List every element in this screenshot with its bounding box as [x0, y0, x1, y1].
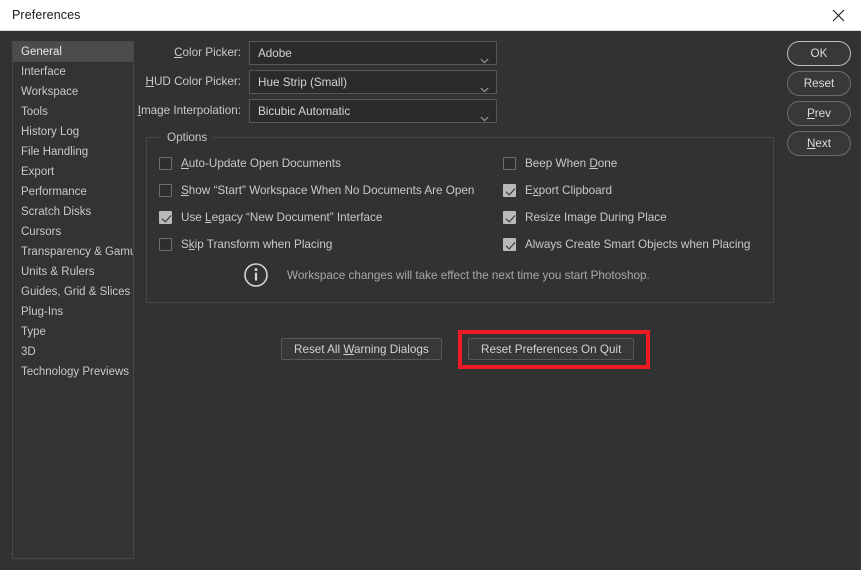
checkbox-label: Beep When Done	[525, 156, 618, 170]
sidebar-item-label: Interface	[21, 66, 66, 78]
sidebar-item-label: Export	[21, 166, 55, 178]
ok-button[interactable]: OK	[787, 41, 851, 66]
checkbox-export-clipboard[interactable]: Export Clipboard	[503, 181, 612, 199]
sidebar-item-label: General	[21, 46, 62, 58]
image-interpolation-label: Image Interpolation:	[137, 104, 241, 117]
checkbox-checked-icon[interactable]	[503, 237, 516, 251]
checkbox-label: Show “Start” Workspace When No Documents…	[181, 183, 475, 197]
checkbox-resize-image-during-place[interactable]: Resize Image During Place	[503, 208, 667, 226]
color-picker-label: Color Picker:	[174, 46, 241, 59]
sidebar-item-export[interactable]: Export	[13, 162, 133, 182]
sidebar-item-label: Tools	[21, 106, 48, 118]
sidebar-item-type[interactable]: Type	[13, 322, 133, 342]
checkbox-checked-icon[interactable]	[503, 183, 516, 197]
checkbox-skip-transform-when-placing[interactable]: Skip Transform when Placing	[159, 235, 332, 253]
general-settings-panel: Color Picker: Adobe HUD Color Picker: Hue S…	[138, 41, 774, 329]
image-interpolation-dropdown[interactable]: Bicubic Automatic	[249, 99, 497, 123]
button-label: Prev	[806, 107, 832, 120]
checkbox-label: Use Legacy “New Document” Interface	[181, 210, 383, 224]
checkbox-label: Skip Transform when Placing	[181, 237, 333, 251]
button-label: Reset	[803, 77, 835, 90]
sidebar-item-cursors[interactable]: Cursors	[13, 222, 133, 242]
checkbox-auto-update-open-documents[interactable]: Auto-Update Open Documents	[159, 154, 341, 172]
sidebar-item-label: Units & Rulers	[21, 266, 95, 278]
color-picker-value: Adobe	[258, 47, 292, 60]
sidebar-item-label: Performance	[21, 186, 87, 198]
hud-color-picker-dropdown[interactable]: Hue Strip (Small)	[249, 70, 497, 94]
sidebar-item-general[interactable]: General	[13, 42, 133, 62]
workspace-note: Workspace changes will take effect the n…	[243, 262, 650, 288]
titlebar: Preferences	[0, 0, 861, 31]
checkbox-checked-icon[interactable]	[503, 210, 516, 224]
checkbox-label: Export Clipboard	[525, 183, 613, 197]
reset-all-warning-dialogs-button[interactable]: Reset All Warning Dialogs	[281, 338, 442, 360]
sidebar-item-3d[interactable]: 3D	[13, 342, 133, 362]
hud-color-picker-label: HUD Color Picker:	[145, 75, 241, 88]
sidebar-item-workspace[interactable]: Workspace	[13, 82, 133, 102]
sidebar-item-plug-ins[interactable]: Plug-Ins	[13, 302, 133, 322]
chevron-down-icon	[480, 109, 489, 122]
reset-button[interactable]: Reset	[787, 71, 851, 96]
sidebar-item-label: File Handling	[21, 146, 89, 158]
sidebar-item-guides-grid-slices[interactable]: Guides, Grid & Slices	[13, 282, 133, 302]
image-interpolation-row: Image Interpolation: Bicubic Automatic	[138, 99, 497, 123]
sidebar-item-interface[interactable]: Interface	[13, 62, 133, 82]
color-picker-row: Color Picker: Adobe	[174, 41, 497, 65]
checkbox-label: Auto-Update Open Documents	[181, 156, 341, 170]
info-icon	[243, 262, 269, 288]
checkbox-unchecked-icon[interactable]	[159, 156, 172, 170]
hud-color-picker-value: Hue Strip (Small)	[258, 76, 347, 89]
dialog-action-buttons: OK Reset Prev Next	[787, 41, 851, 161]
sidebar-item-technology-previews[interactable]: Technology Previews	[13, 362, 133, 382]
button-label: Reset All Warning Dialogs	[294, 342, 429, 356]
sidebar-item-file-handling[interactable]: File Handling	[13, 142, 133, 162]
sidebar-item-label: Transparency & Gamut	[21, 246, 134, 258]
image-interpolation-value: Bicubic Automatic	[258, 105, 351, 118]
sidebar-item-label: Guides, Grid & Slices	[21, 286, 131, 298]
hud-color-picker-row: HUD Color Picker: Hue Strip (Small)	[146, 70, 497, 94]
sidebar-item-label: History Log	[21, 126, 80, 138]
sidebar-item-history-log[interactable]: History Log	[13, 122, 133, 142]
dialog-body: General Interface Workspace Tools History Lo…	[0, 31, 861, 570]
sidebar-item-performance[interactable]: Performance	[13, 182, 133, 202]
checkbox-use-legacy-new-document-interface[interactable]: Use Legacy “New Document” Interface	[159, 208, 382, 226]
checkbox-checked-icon[interactable]	[159, 210, 172, 224]
checkbox-label: Resize Image During Place	[525, 210, 667, 224]
button-label: OK	[810, 47, 828, 60]
button-label: Next	[806, 137, 832, 150]
close-button[interactable]	[815, 0, 861, 31]
window-title: Preferences	[12, 8, 81, 22]
chevron-down-icon	[480, 51, 489, 64]
preferences-category-list[interactable]: General Interface Workspace Tools History Lo…	[12, 41, 134, 559]
checkbox-unchecked-icon[interactable]	[159, 237, 172, 251]
chevron-down-icon	[480, 80, 489, 93]
options-groupbox: Options Auto-Update Open Documents Show “…	[146, 130, 774, 303]
checkbox-show-start-workspace-when-no-documents-are[interactable]: Show “Start” Workspace When No Documents…	[159, 181, 474, 199]
close-icon	[832, 9, 845, 22]
sidebar-item-transparency-gamut[interactable]: Transparency & Gamut	[13, 242, 133, 262]
reset-preferences-on-quit-button[interactable]: Reset Preferences On Quit	[468, 338, 635, 360]
sidebar-item-label: Cursors	[21, 226, 62, 238]
checkbox-label: Always Create Smart Objects when Placing	[525, 237, 751, 251]
sidebar-item-units-rulers[interactable]: Units & Rulers	[13, 262, 133, 282]
next-button[interactable]: Next	[787, 131, 851, 156]
sidebar-item-scratch-disks[interactable]: Scratch Disks	[13, 202, 133, 222]
checkbox-beep-when-done[interactable]: Beep When Done	[503, 154, 617, 172]
sidebar-item-label: Type	[21, 326, 46, 338]
color-picker-dropdown[interactable]: Adobe	[249, 41, 497, 65]
workspace-note-text: Workspace changes will take effect the n…	[287, 268, 650, 282]
sidebar-item-label: Plug-Ins	[21, 306, 64, 318]
sidebar-item-label: 3D	[21, 346, 36, 358]
checkbox-unchecked-icon[interactable]	[159, 183, 172, 197]
sidebar-item-label: Scratch Disks	[21, 206, 92, 218]
sidebar-item-tools[interactable]: Tools	[13, 102, 133, 122]
button-label: Reset Preferences On Quit	[481, 342, 622, 356]
checkbox-always-create-smart-objects-when-placing[interactable]: Always Create Smart Objects when Placing	[503, 235, 750, 253]
preferences-dialog: Preferences General Interface Workspace Too…	[0, 0, 861, 570]
prev-button[interactable]: Prev	[787, 101, 851, 126]
options-legend: Options	[161, 130, 214, 146]
checkbox-unchecked-icon[interactable]	[503, 156, 516, 170]
sidebar-item-label: Technology Previews	[21, 366, 130, 378]
sidebar-item-label: Workspace	[21, 86, 79, 98]
